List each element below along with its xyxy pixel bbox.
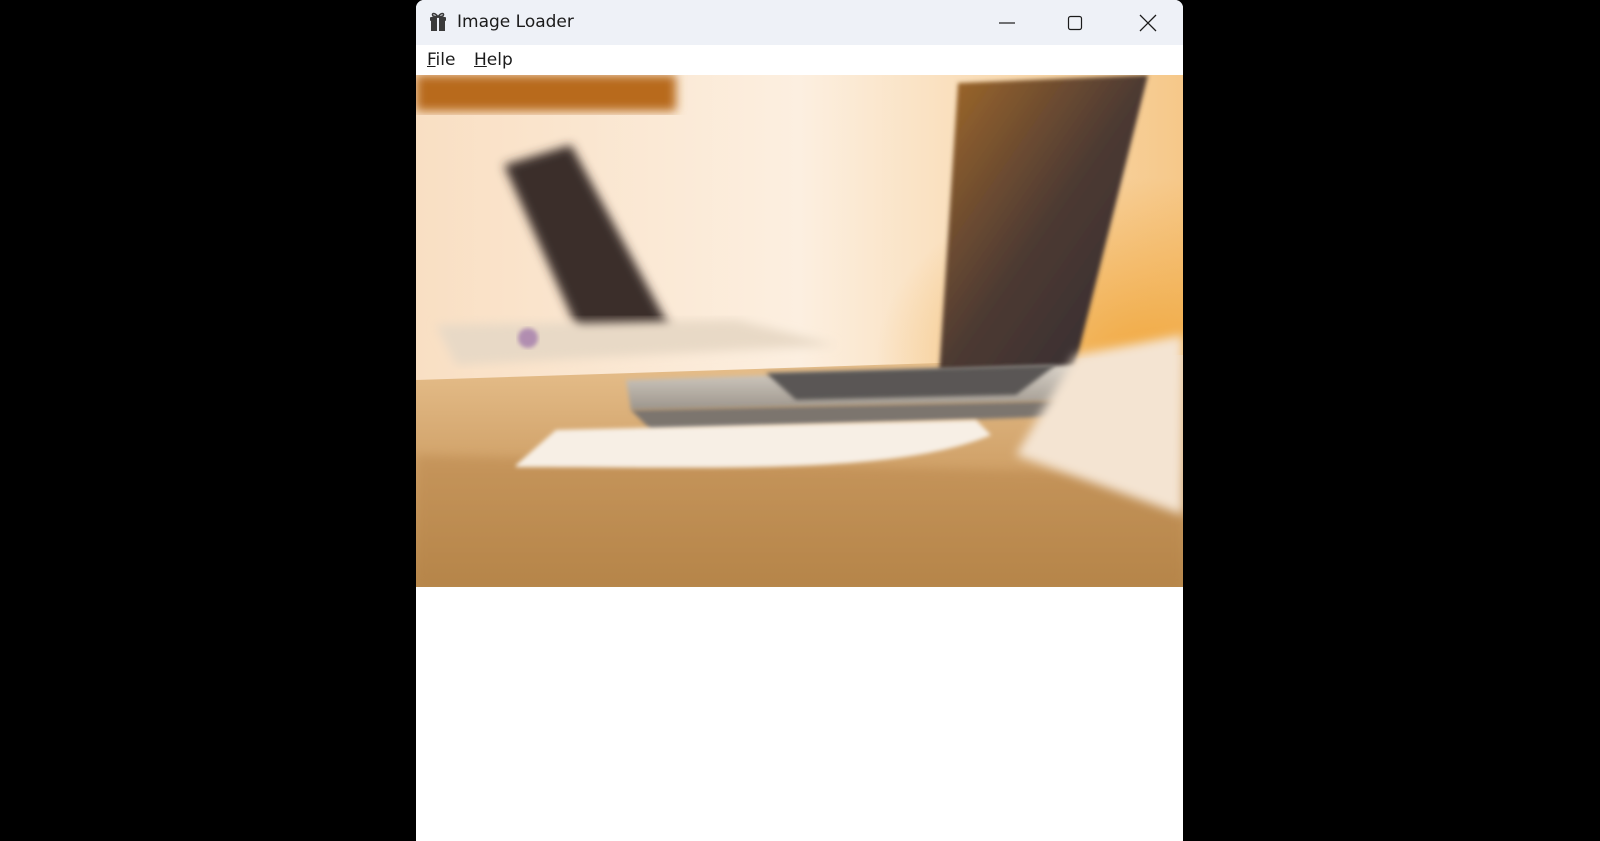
window-title: Image Loader	[457, 12, 574, 32]
loaded-image	[416, 75, 1183, 587]
empty-canvas	[416, 587, 1183, 841]
menu-help[interactable]: Help	[472, 49, 515, 71]
title-bar[interactable]: Image Loader	[416, 0, 1183, 45]
laptop-photo	[416, 75, 1183, 587]
minimize-button[interactable]	[973, 0, 1041, 45]
menu-bar: File Help	[416, 45, 1183, 75]
maximize-icon	[1067, 15, 1083, 30]
menu-file[interactable]: File	[425, 49, 457, 71]
menu-file-label: ile	[435, 50, 456, 70]
menu-file-accel: F	[427, 50, 436, 70]
menu-help-accel: H	[474, 50, 487, 70]
close-button[interactable]	[1113, 0, 1183, 45]
gift-icon	[430, 12, 446, 31]
app-window: Image Loader File Help	[416, 0, 1183, 841]
close-icon	[1139, 14, 1157, 31]
maximize-button[interactable]	[1041, 0, 1109, 45]
menu-help-label: elp	[486, 50, 513, 70]
minimize-icon	[999, 21, 1015, 24]
